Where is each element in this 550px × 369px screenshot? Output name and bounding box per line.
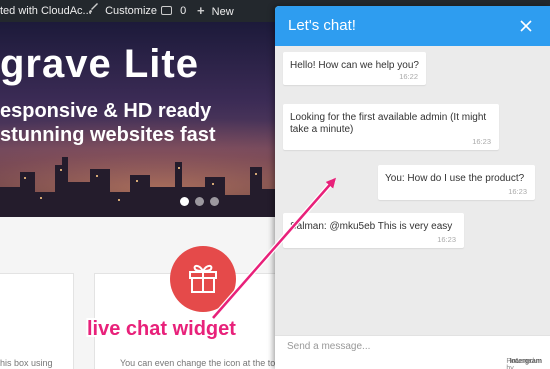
hero-tagline-2: stunning websites fast [0,124,216,146]
powered-by-label: Powered by [506,358,534,369]
slider-dot[interactable] [210,197,219,206]
chat-message-text: You: How do I use the product? [385,173,525,184]
chat-message: You: How do I use the product? 16:23 [378,165,535,200]
slider-dot[interactable] [180,197,189,206]
feature-card [0,273,74,369]
chat-message-time: 16:23 [508,187,527,196]
slider-dot[interactable] [195,197,204,206]
chat-message-time: 16:22 [399,72,418,81]
chat-message: Hello! How can we help you? 16:22 [283,52,426,85]
live-chat-widget: Let's chat! Hello! How can we help you? … [275,6,550,369]
chat-footer: Powered by Intergram [275,358,550,369]
message-input-placeholder: Send a message... [287,341,371,352]
customize-label: Customize [105,5,158,17]
feature-card-text: You can even change the icon at the top [120,358,281,368]
hero-tagline-1: esponsive & HD ready [0,100,212,122]
powered-by-text: Powered by Intergram [506,358,542,369]
gift-icon [189,264,217,293]
comment-icon [161,6,172,15]
comments-count: 0 [180,5,187,17]
chat-title: Let's chat! [288,17,356,34]
slider-dots [180,193,225,211]
message-input[interactable]: Send a message... [275,335,550,358]
new-label: New [211,6,234,18]
comments-link[interactable]: 0 [161,0,186,22]
annotation-label: live chat widget [87,318,236,340]
chat-message-time: 16:23 [437,235,456,244]
chat-message-text: Salman: @mku5eb This is very easy [290,221,453,232]
admin-bar-site-link[interactable]: ted with CloudAc... [0,0,92,22]
customize-link[interactable]: Customize [88,0,157,22]
hero-title: grave Lite [0,42,199,86]
plus-icon: + [197,3,205,18]
chat-message-time: 16:23 [472,137,491,146]
new-content-link[interactable]: + New [197,0,234,22]
chat-message: Looking for the first available admin (I… [283,104,499,150]
gift-icon-badge [170,246,236,312]
feature-card-text: his box using [0,358,53,368]
paintbrush-icon [88,0,102,22]
chat-message-text: Hello! How can we help you? [290,60,419,71]
chat-message-text: Looking for the first available admin (I… [290,112,487,135]
close-icon[interactable] [518,18,534,34]
chat-message: Salman: @mku5eb This is very easy 16:23 [283,213,464,248]
chat-header[interactable]: Let's chat! [275,6,550,46]
